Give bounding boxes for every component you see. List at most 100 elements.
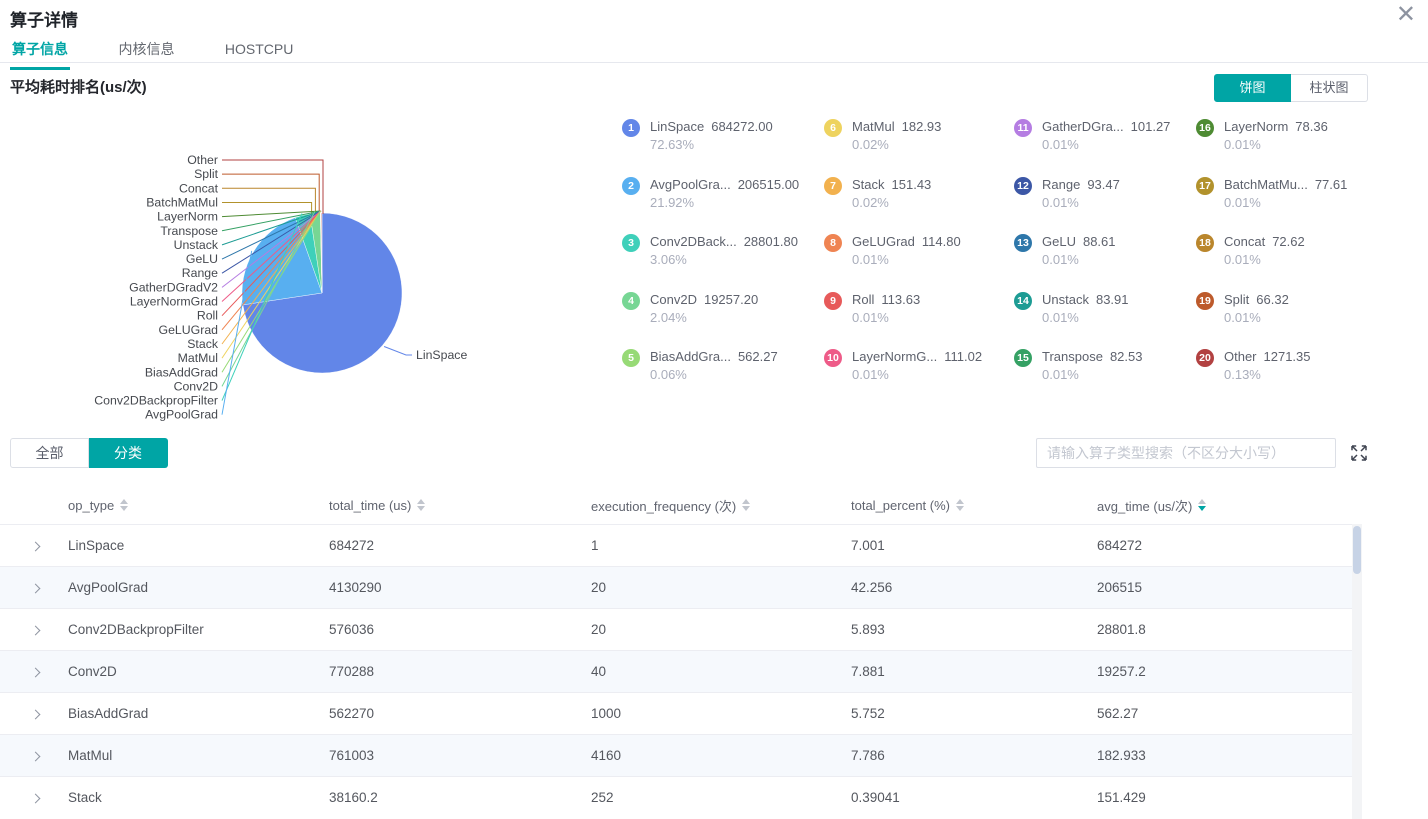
legend-item-AvgPoolGrad[interactable]: 2AvgPoolGra...206515.0021.92% bbox=[608, 176, 810, 234]
row-expand-chevron[interactable] bbox=[0, 580, 60, 595]
legend-op-value: 28801.80 bbox=[744, 234, 798, 249]
legend-item-Range[interactable]: 12Range93.470.01% bbox=[1000, 176, 1182, 234]
tab-hostcpu[interactable]: HOSTCPU bbox=[223, 36, 295, 65]
legend-op-value: 111.02 bbox=[944, 349, 982, 364]
legend-op-value: 206515.00 bbox=[738, 177, 799, 192]
legend-op-value: 182.93 bbox=[902, 119, 942, 134]
legend-op-value: 88.61 bbox=[1083, 234, 1116, 249]
cell-op_type: Conv2DBackpropFilter bbox=[60, 622, 321, 637]
legend-rank-badge: 8 bbox=[824, 234, 842, 252]
table-scrollbar-thumb[interactable] bbox=[1353, 526, 1361, 574]
legend-item-Stack[interactable]: 7Stack151.430.02% bbox=[810, 176, 1000, 234]
sort-icon[interactable] bbox=[956, 499, 964, 511]
legend-op-value: 77.61 bbox=[1315, 177, 1348, 192]
sort-icon[interactable] bbox=[742, 499, 750, 511]
row-expand-chevron[interactable] bbox=[0, 748, 60, 763]
legend-item-Unstack[interactable]: 14Unstack83.910.01% bbox=[1000, 291, 1182, 349]
cell-execution_frequency: 40 bbox=[583, 664, 843, 679]
tab-kernel-info[interactable]: 内核信息 bbox=[116, 34, 176, 67]
table-scrollbar[interactable] bbox=[1352, 524, 1362, 819]
pie-label-BiasAddGrad: BiasAddGrad bbox=[145, 365, 218, 379]
legend-rank-badge: 14 bbox=[1014, 292, 1032, 310]
table-header-total-time[interactable]: total_time (us) bbox=[321, 498, 583, 513]
cell-op_type: MatMul bbox=[60, 748, 321, 763]
pie-label-Conv2D: Conv2D bbox=[174, 379, 219, 393]
legend-item-Conv2D[interactable]: 4Conv2D19257.202.04% bbox=[608, 291, 810, 349]
table-row[interactable]: Conv2DBackpropFilter576036205.89328801.8 bbox=[0, 608, 1352, 650]
legend-rank-badge: 1 bbox=[622, 119, 640, 137]
table-row[interactable]: LinSpace68427217.001684272 bbox=[0, 524, 1352, 566]
legend-rank-badge: 6 bbox=[824, 119, 842, 137]
filter-category-button[interactable]: 分类 bbox=[89, 438, 168, 468]
chevron-right-icon bbox=[31, 794, 41, 804]
legend-item-LinSpace[interactable]: 1 LinSpace684272.0072.63% bbox=[608, 118, 810, 176]
legend-op-name: BatchMatMu... bbox=[1224, 177, 1308, 192]
legend-item-GeLUGrad[interactable]: 8GeLUGrad114.800.01% bbox=[810, 233, 1000, 291]
cell-execution_frequency: 20 bbox=[583, 580, 843, 595]
legend-item-LayerNormGrad[interactable]: 10LayerNormG...111.020.01% bbox=[810, 348, 1000, 406]
legend-item-GeLU[interactable]: 13GeLU88.610.01% bbox=[1000, 233, 1182, 291]
table-header-row: op_type total_time (us) execution_freque… bbox=[0, 486, 1352, 524]
sort-icon[interactable] bbox=[1198, 499, 1206, 511]
cell-total_time: 562270 bbox=[321, 706, 583, 721]
legend-item-MatMul[interactable]: 6MatMul182.930.02% bbox=[810, 118, 1000, 176]
legend-item-Split[interactable]: 19Split66.320.01% bbox=[1182, 291, 1382, 349]
legend-item-Other[interactable]: 20Other1271.350.13% bbox=[1182, 348, 1382, 406]
legend-op-name: Concat bbox=[1224, 234, 1265, 249]
legend-item-Roll[interactable]: 9Roll113.630.01% bbox=[810, 291, 1000, 349]
legend-item-BiasAddGrad[interactable]: 5BiasAddGra...562.270.06% bbox=[608, 348, 810, 406]
row-expand-chevron[interactable] bbox=[0, 790, 60, 805]
cell-avg_time: 28801.8 bbox=[1089, 622, 1352, 637]
table-row[interactable]: MatMul76100341607.786182.933 bbox=[0, 734, 1352, 776]
legend-item-LayerNorm[interactable]: 16LayerNorm78.360.01% bbox=[1182, 118, 1382, 176]
legend-text: AvgPoolGra...206515.0021.92% bbox=[650, 176, 799, 212]
search-input[interactable] bbox=[1036, 438, 1336, 468]
sort-icon[interactable] bbox=[417, 499, 425, 511]
table-row[interactable]: Conv2D770288407.88119257.2 bbox=[0, 650, 1352, 692]
legend-op-percent: 3.06% bbox=[650, 251, 798, 269]
row-expand-chevron[interactable] bbox=[0, 706, 60, 721]
legend-item-GatherDGradV2[interactable]: 11GatherDGra...101.270.01% bbox=[1000, 118, 1182, 176]
cell-total_percent: 42.256 bbox=[843, 580, 1089, 595]
table-header-execution-frequency[interactable]: execution_frequency (次) bbox=[583, 496, 843, 515]
table-header-total-percent[interactable]: total_percent (%) bbox=[843, 498, 1089, 513]
cell-total_time: 576036 bbox=[321, 622, 583, 637]
legend-text: LinSpace684272.0072.63% bbox=[650, 118, 773, 154]
fullscreen-expand-icon[interactable] bbox=[1350, 444, 1368, 462]
cell-execution_frequency: 1000 bbox=[583, 706, 843, 721]
cell-total_time: 684272 bbox=[321, 538, 583, 553]
pie-label-AvgPoolGrad: AvgPoolGrad bbox=[145, 408, 218, 422]
pie-label-GatherDGradV2: GatherDGradV2 bbox=[129, 280, 218, 294]
table-row[interactable]: AvgPoolGrad41302902042.256206515 bbox=[0, 566, 1352, 608]
bar-chart-button[interactable]: 柱状图 bbox=[1291, 74, 1368, 102]
legend-op-percent: 0.13% bbox=[1224, 366, 1311, 384]
table-body: LinSpace68427217.001684272AvgPoolGrad413… bbox=[0, 524, 1352, 818]
table-header-op-type[interactable]: op_type bbox=[60, 498, 321, 513]
table-header-avg-time[interactable]: avg_time (us/次) bbox=[1089, 496, 1352, 515]
sort-icon[interactable] bbox=[120, 499, 128, 511]
table-row[interactable]: Stack38160.22520.39041151.429 bbox=[0, 776, 1352, 818]
legend-item-Conv2DBackpropFilter[interactable]: 3Conv2DBack...28801.803.06% bbox=[608, 233, 810, 291]
close-icon[interactable]: ✕ bbox=[1396, 0, 1416, 30]
tab-operator-info[interactable]: 算子信息 bbox=[10, 34, 70, 70]
legend-rank-badge: 12 bbox=[1014, 177, 1032, 195]
legend-item-Transpose[interactable]: 15Transpose82.530.01% bbox=[1000, 348, 1182, 406]
row-expand-chevron[interactable] bbox=[0, 664, 60, 679]
row-expand-chevron[interactable] bbox=[0, 622, 60, 637]
legend-rank-badge: 13 bbox=[1014, 234, 1032, 252]
legend-item-BatchMatMul[interactable]: 17BatchMatMu...77.610.01% bbox=[1182, 176, 1382, 234]
table-row[interactable]: BiasAddGrad56227010005.752562.27 bbox=[0, 692, 1352, 734]
row-expand-chevron[interactable] bbox=[0, 538, 60, 553]
legend-text: Concat72.620.01% bbox=[1224, 233, 1305, 269]
legend-op-percent: 0.01% bbox=[1042, 309, 1129, 327]
search-box bbox=[1036, 438, 1336, 468]
filter-all-button[interactable]: 全部 bbox=[10, 438, 89, 468]
legend-op-value: 684272.00 bbox=[711, 119, 772, 134]
cell-avg_time: 19257.2 bbox=[1089, 664, 1352, 679]
pie-chart-button[interactable]: 饼图 bbox=[1214, 74, 1291, 102]
legend-item-Concat[interactable]: 18Concat72.620.01% bbox=[1182, 233, 1382, 291]
pie-label-LinSpace: LinSpace bbox=[416, 348, 467, 362]
legend-rank-badge: 17 bbox=[1196, 177, 1214, 195]
legend-op-name: GeLUGrad bbox=[852, 234, 915, 249]
legend-text: Split66.320.01% bbox=[1224, 291, 1289, 327]
